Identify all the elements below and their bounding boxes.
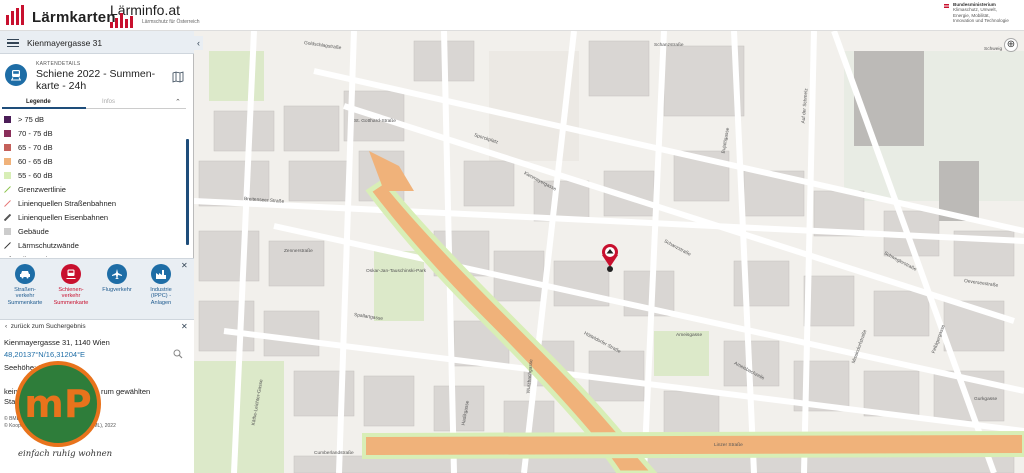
- details-tabs: Legende Infos ⌃: [0, 98, 194, 109]
- menu-icon[interactable]: [7, 39, 19, 47]
- legend-line-icon: [4, 242, 11, 250]
- layer-air[interactable]: Flugverkehr: [98, 264, 136, 293]
- street-label: Zennerstraße: [284, 249, 313, 254]
- legend-item: Kilometrierung: [4, 253, 184, 257]
- collapse-sidebar-button[interactable]: ‹: [194, 36, 203, 50]
- map-title: Schiene 2022 - Summen-karte - 24h: [36, 68, 156, 92]
- legend-label: Kilometrierung: [18, 255, 66, 257]
- close-icon[interactable]: ✕: [181, 261, 188, 270]
- map-graphics: [194, 31, 1024, 473]
- austria-flag-icon: [944, 4, 949, 8]
- legend-item: Linienquellen Eisenbahnen: [4, 211, 184, 225]
- legend-line-icon: [4, 186, 11, 193]
- svg-text:mP: mP: [24, 382, 91, 426]
- layer-road[interactable]: Straßen-verkehr Summenkarte: [6, 264, 44, 306]
- train-icon: [5, 64, 27, 86]
- result-text: rum gewählten: [101, 387, 151, 396]
- logo-bars-icon: [110, 13, 140, 28]
- legend-label: 60 - 65 dB: [18, 156, 53, 166]
- legend-item: 70 - 75 dB: [4, 126, 184, 140]
- search-value[interactable]: Kienmayergasse 31: [27, 38, 102, 48]
- legend-item: > 75 dB: [4, 112, 184, 126]
- street-label: Schweig: [984, 47, 1003, 52]
- legend-label: > 75 dB: [18, 114, 45, 124]
- site-tagline: Lärmschutz für Österreich: [142, 19, 200, 25]
- tab-infos[interactable]: Infos: [102, 99, 115, 105]
- street-label: St. Gotthard-Straße: [354, 119, 396, 124]
- factory-icon: [151, 264, 171, 284]
- legend-item: 55 - 60 dB: [4, 168, 184, 182]
- header-bar: Lärmkarten Lärminfo.at Lärmschutz für Ös…: [0, 0, 1024, 31]
- legend-line-icon: [4, 214, 11, 222]
- map-canvas[interactable]: Goldschlagstraße St. Gotthard-Straße Spo…: [194, 31, 1024, 473]
- ministry-logo[interactable]: Bundesministerium Klimaschutz, Umwelt, E…: [944, 2, 1022, 30]
- search-bar[interactable]: Kienmayergasse 31: [0, 31, 194, 54]
- layer-label: Industrie (IPPC) - Anlagen: [150, 287, 172, 306]
- car-icon: [15, 264, 35, 284]
- tab-divider: [86, 108, 186, 109]
- layer-industry[interactable]: Industrie (IPPC) - Anlagen: [142, 264, 180, 306]
- legend-item: Linienquellen Straßenbahnen: [4, 197, 184, 211]
- street-label: Cumberlandstraße: [314, 451, 354, 456]
- mp-logo: mP: [15, 361, 101, 447]
- map-icon[interactable]: [172, 71, 184, 83]
- tab-legend[interactable]: Legende: [26, 99, 51, 105]
- layer-label: Schienen-verkehr Summenkarte: [53, 287, 89, 306]
- search-icon[interactable]: [173, 349, 183, 359]
- map-details-panel: KARTENDETAILS Schiene 2022 - Summen-kart…: [0, 55, 194, 285]
- legend-scrollbar[interactable]: [186, 139, 189, 245]
- legend-swatch: [4, 143, 11, 151]
- street-label: Linzer Straße: [714, 443, 743, 448]
- street-label: Schanzstraße: [654, 43, 684, 48]
- legend-line-icon: [9, 256, 11, 257]
- legend-label: Linienquellen Eisenbahnen: [18, 213, 109, 223]
- legend-line-icon: [4, 200, 11, 207]
- map-details-kicker: KARTENDETAILS: [36, 61, 81, 67]
- chevron-up-icon[interactable]: ⌃: [175, 98, 181, 106]
- layer-switcher: Straßen-verkehr Summenkarte Schienen-ver…: [0, 258, 194, 320]
- legend-item: Gebäude: [4, 225, 184, 239]
- legend-swatch: [4, 157, 11, 165]
- legend-label: Grenzwertlinie: [18, 185, 66, 195]
- street-label: Gurkgasse: [974, 397, 998, 402]
- plane-icon: [107, 264, 127, 284]
- slogan: einfach ruhig wohnen: [18, 449, 113, 459]
- train-icon: [61, 264, 81, 284]
- legend-item: Grenzwertlinie: [4, 182, 184, 196]
- legend-item: 65 - 70 dB: [4, 140, 184, 154]
- back-to-results-link[interactable]: ‹ zurück zum Suchergebnis: [5, 323, 86, 330]
- laermkarten-logo[interactable]: Lärmkarten: [6, 5, 116, 27]
- logo-title: Lärmkarten: [32, 9, 116, 26]
- legend-list: > 75 dB 70 - 75 dB 65 - 70 dB 60 - 65 dB 55 …: [4, 112, 184, 257]
- map-controls: ⊕: [1004, 38, 1018, 88]
- result-address: Kienmayergasse 31, 1140 Wien: [4, 338, 110, 347]
- legend-swatch: [4, 171, 11, 179]
- result-coordinates[interactable]: 48,20137°N/16,31204°E: [4, 350, 85, 359]
- close-icon[interactable]: ✕: [181, 322, 188, 331]
- locate-icon[interactable]: ⊕: [1004, 38, 1018, 52]
- laerminfo-logo[interactable]: Lärminfo.at Lärmschutz für Österreich: [110, 2, 210, 30]
- legend-item: Lärmschutzwände: [4, 239, 184, 253]
- legend-label: Linienquellen Straßenbahnen: [18, 199, 116, 209]
- park-label: Oskar-Jan-Tauschinski-Park: [366, 269, 426, 274]
- layer-label: Straßen-verkehr Summenkarte: [7, 287, 43, 306]
- layer-rail[interactable]: Schienen-verkehr Summenkarte: [52, 264, 90, 306]
- legend-item: 60 - 65 dB: [4, 154, 184, 168]
- street-label: Ameisgasse: [676, 333, 703, 338]
- legend-swatch: [4, 228, 11, 236]
- legend-label: 65 - 70 dB: [18, 142, 53, 152]
- legend-label: 70 - 75 dB: [18, 128, 53, 138]
- legend-swatch: [4, 115, 11, 123]
- layer-label: Flugverkehr: [102, 287, 132, 293]
- active-tab-indicator: [2, 107, 86, 109]
- legend-swatch: [4, 129, 11, 137]
- legend-label: Gebäude: [18, 227, 49, 237]
- legend-label: Lärmschutzwände: [18, 241, 79, 251]
- ministry-name: Bundesministerium Klimaschutz, Umwelt, E…: [953, 2, 1009, 24]
- legend-label: 55 - 60 dB: [18, 170, 53, 180]
